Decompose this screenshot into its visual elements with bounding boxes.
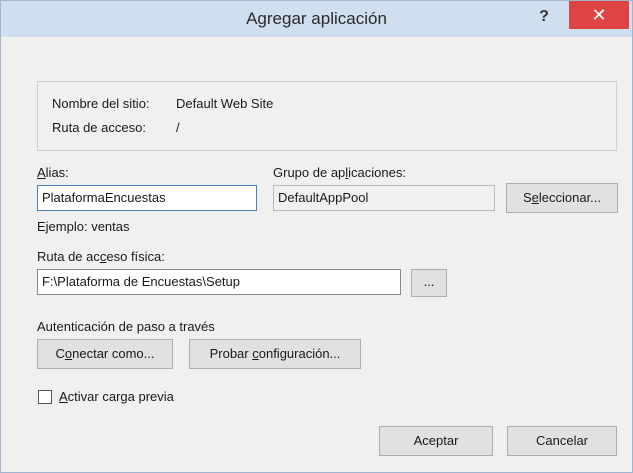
- preload-label: Activar carga previa: [59, 389, 174, 404]
- physical-path-label: Ruta de acceso física:: [37, 249, 165, 264]
- browse-button[interactable]: ...: [411, 269, 447, 297]
- add-application-dialog: Agregar aplicación ? ✕ Nombre del sitio:…: [0, 0, 633, 473]
- path-label: Ruta de acceso:: [52, 120, 146, 135]
- app-pool-label: Grupo de aplicaciones:: [273, 165, 406, 180]
- app-pool-field: DefaultAppPool: [273, 185, 495, 211]
- passthrough-label: Autenticación de paso a través: [37, 319, 215, 334]
- preload-checkbox[interactable]: [38, 390, 52, 404]
- site-name-row: Nombre del sitio: Default Web Site: [52, 96, 273, 111]
- test-settings-button[interactable]: Probar configuración...: [189, 339, 361, 369]
- alias-label: Alias:: [37, 165, 69, 180]
- site-name-label: Nombre del sitio:: [52, 96, 150, 111]
- title-bar: Agregar aplicación ? ✕: [1, 1, 632, 37]
- alias-example: Ejemplo: ventas: [37, 219, 130, 234]
- physical-path-input[interactable]: F:\Plataforma de Encuestas\Setup: [37, 269, 401, 295]
- connect-as-button[interactable]: Conectar como...: [37, 339, 173, 369]
- site-name-value: Default Web Site: [176, 96, 274, 111]
- close-button[interactable]: ✕: [569, 1, 629, 29]
- close-icon: ✕: [591, 5, 607, 25]
- alias-input[interactable]: PlataformaEncuestas: [37, 185, 257, 211]
- select-app-pool-button[interactable]: Seleccionar...: [506, 183, 618, 213]
- ok-button[interactable]: Aceptar: [379, 426, 493, 456]
- site-info-box: Nombre del sitio: Default Web Site Ruta d…: [37, 81, 617, 151]
- cancel-button[interactable]: Cancelar: [507, 426, 617, 456]
- path-value: /: [176, 120, 180, 135]
- path-row: Ruta de acceso: /: [52, 120, 180, 135]
- help-button[interactable]: ?: [532, 5, 556, 29]
